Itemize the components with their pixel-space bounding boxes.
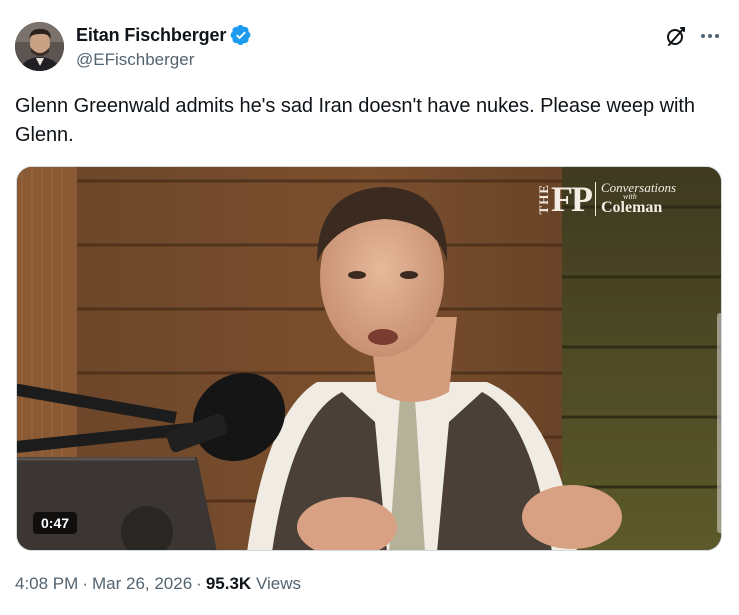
video-player[interactable]: THE FP Conversations with Coleman 0:47 <box>16 166 722 551</box>
tweet-card: Eitan Fischberger @EFischberger Glenn Gr… <box>0 0 739 615</box>
grok-icon <box>667 27 685 46</box>
meta-separator: · <box>82 574 88 593</box>
watermark-the: THE <box>536 183 551 215</box>
video-duration-badge: 0:47 <box>33 512 78 534</box>
video-watermark: THE FP Conversations with Coleman <box>536 179 677 219</box>
tweet-text: Glenn Greenwald admits he's sad Iran doe… <box>15 95 695 146</box>
name-row: Eitan Fischberger <box>76 24 252 46</box>
tweet-meta: 4:08 PM · Mar 26, 2026 · 95.3K Views <box>15 574 301 594</box>
watermark-fp: FP <box>551 179 593 219</box>
video-frame <box>17 167 721 550</box>
meta-separator: · <box>196 574 202 593</box>
handle[interactable]: @EFischberger <box>76 50 252 70</box>
avatar[interactable] <box>15 22 64 71</box>
tweet-time[interactable]: 4:08 PM <box>15 574 78 593</box>
more-button[interactable] <box>698 24 722 48</box>
grok-button[interactable] <box>664 24 688 48</box>
author-block: Eitan Fischberger @EFischberger <box>76 24 252 70</box>
watermark-divider <box>594 182 596 216</box>
display-name[interactable]: Eitan Fischberger <box>76 25 226 46</box>
watermark-line1: Conversations <box>600 180 677 195</box>
views-label: Views <box>255 574 301 593</box>
watermark-line3: Coleman <box>600 199 663 216</box>
watermark-show-name: Conversations with Coleman <box>600 180 677 216</box>
more-dots-icon <box>701 34 719 38</box>
tweet-date[interactable]: Mar 26, 2026 <box>92 574 192 593</box>
views-count[interactable]: 95.3K <box>206 574 251 593</box>
verified-badge-icon[interactable] <box>230 24 252 46</box>
video-side-handle <box>717 313 721 533</box>
profile-photo-icon <box>15 22 64 71</box>
